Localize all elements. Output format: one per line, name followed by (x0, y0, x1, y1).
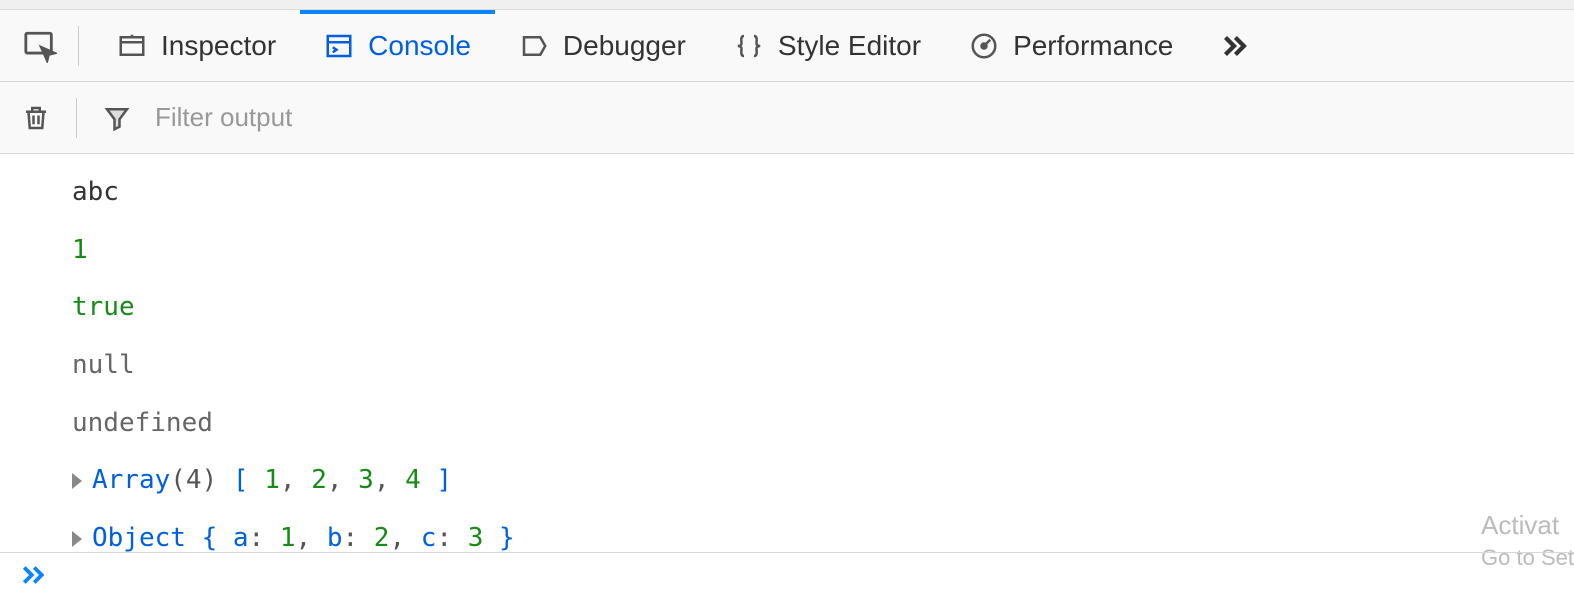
array-item: 3 (358, 465, 374, 495)
tab-performance[interactable]: Performance (945, 10, 1197, 81)
console-value: abc (72, 177, 119, 207)
filter-funnel-icon[interactable] (99, 103, 135, 133)
colon: : (249, 523, 280, 553)
console-line-array[interactable]: Array(4) [ 1, 2, 3, 4 ] (72, 452, 1574, 510)
colon: : (342, 523, 373, 553)
console-value: 1 (72, 235, 88, 265)
console-line-undefined[interactable]: undefined (72, 395, 1574, 453)
tab-inspector-label: Inspector (161, 30, 276, 62)
tab-inspector[interactable]: Inspector (93, 10, 300, 81)
bracket-close: ] (421, 465, 452, 495)
array-length: (4) (170, 465, 217, 495)
console-line-number[interactable]: 1 (72, 222, 1574, 280)
console-filter-bar (0, 82, 1574, 154)
bracket-open: [ (217, 465, 264, 495)
object-value: 3 (468, 523, 484, 553)
window-top-strip (0, 0, 1574, 10)
comma: , (327, 465, 358, 495)
object-key: c (421, 523, 437, 553)
object-key: b (327, 523, 343, 553)
clear-console-icon[interactable] (18, 103, 54, 133)
object-key: a (233, 523, 249, 553)
tab-debugger-label: Debugger (563, 30, 686, 62)
watermark-line1: Activat (1481, 507, 1574, 543)
brace-open: { (186, 523, 233, 553)
console-output: abc 1 true null undefined Array(4) [ 1, … (0, 154, 1574, 578)
comma: , (296, 523, 327, 553)
console-value: null (72, 350, 135, 380)
colon: : (436, 523, 467, 553)
array-item: 1 (264, 465, 280, 495)
brace-close: } (483, 523, 514, 553)
array-item: 2 (311, 465, 327, 495)
console-value: undefined (72, 408, 213, 438)
console-line-boolean[interactable]: true (72, 279, 1574, 337)
tab-console-label: Console (368, 30, 471, 62)
comma: , (389, 523, 420, 553)
filterbar-separator (76, 98, 77, 138)
tab-console[interactable]: Console (300, 10, 495, 81)
comma: , (374, 465, 405, 495)
console-input-bar[interactable] (0, 552, 1574, 604)
array-item: 4 (405, 465, 421, 495)
tab-performance-label: Performance (1013, 30, 1173, 62)
tab-style-editor-label: Style Editor (778, 30, 921, 62)
element-picker-icon[interactable] (16, 10, 64, 81)
comma: , (280, 465, 311, 495)
devtools-toolbar: Inspector Console Debugger Style Editor … (0, 10, 1574, 82)
console-line-null[interactable]: null (72, 337, 1574, 395)
expand-arrow-icon[interactable] (72, 473, 82, 489)
tab-debugger[interactable]: Debugger (495, 10, 710, 81)
filter-output-input[interactable] (155, 102, 1556, 133)
expand-arrow-icon[interactable] (72, 531, 82, 547)
toolbar-separator (78, 26, 79, 66)
tab-style-editor[interactable]: Style Editor (710, 10, 945, 81)
console-line-string[interactable]: abc (72, 164, 1574, 222)
array-class: Array (92, 465, 170, 495)
prompt-chevron-icon (18, 560, 48, 597)
console-value: true (72, 292, 135, 322)
object-class: Object (92, 523, 186, 553)
object-value: 1 (280, 523, 296, 553)
object-value: 2 (374, 523, 390, 553)
more-tabs-icon[interactable] (1217, 29, 1251, 63)
